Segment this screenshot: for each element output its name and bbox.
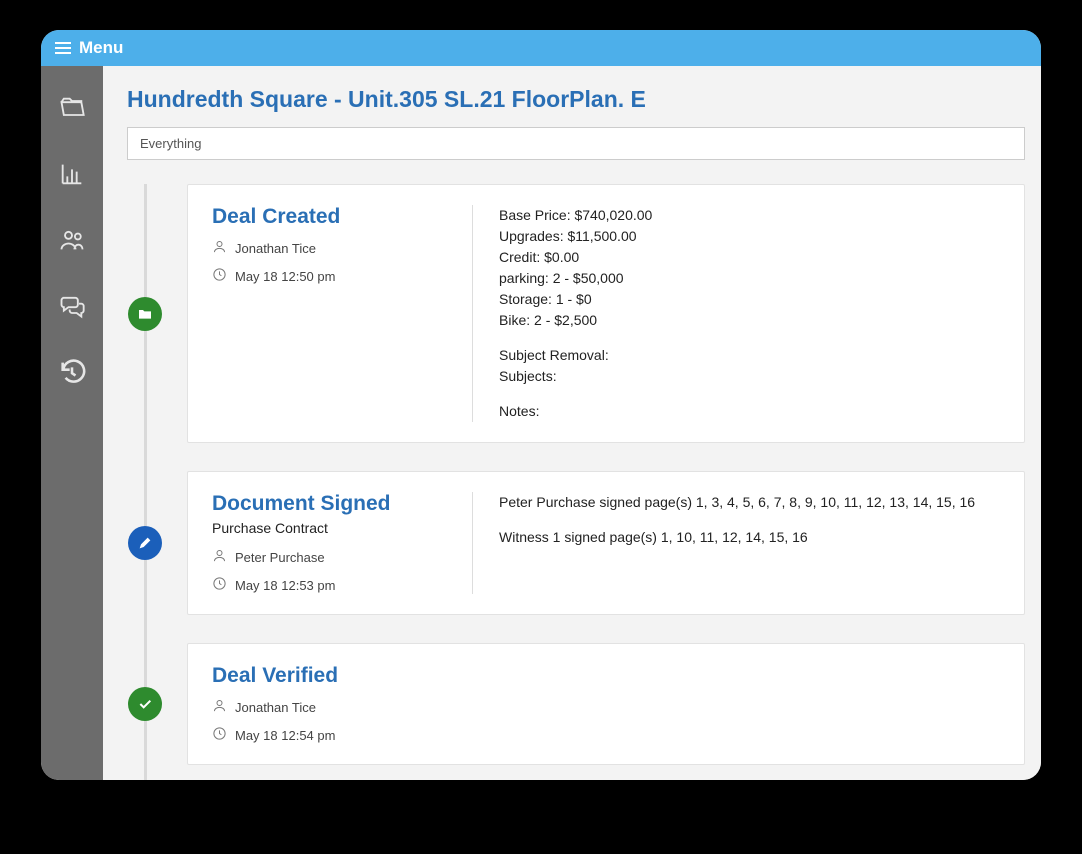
timeline-item: Document Signed Purchase Contract Peter Pu… — [187, 471, 1025, 615]
app-window: Menu Hundredth Square - Unit.305 SL.21 F… — [41, 30, 1041, 780]
timeline-item-details: Peter Purchase signed page(s) 1, 3, 4, 5… — [472, 492, 1000, 594]
timeline-dot — [128, 297, 162, 331]
timeline-item-subtitle: Purchase Contract — [212, 520, 442, 536]
page-title: Hundredth Square - Unit.305 SL.21 FloorP… — [127, 86, 1025, 113]
timeline-item-meta: Deal Verified Jonathan Tice May 18 12:54 p… — [212, 664, 442, 744]
app-body: Hundredth Square - Unit.305 SL.21 FloorP… — [41, 66, 1041, 780]
timeline-item-time: May 18 12:54 pm — [212, 726, 442, 744]
timeline-item-title[interactable]: Deal Created — [212, 205, 442, 229]
sidebar-item-history[interactable] — [41, 344, 103, 400]
timeline: Deal Created Jonathan Tice May 18 12:50 pm… — [157, 184, 1025, 765]
timeline-item-meta: Document Signed Purchase Contract Peter Pu… — [212, 492, 442, 594]
timeline-item-user: Jonathan Tice — [212, 698, 442, 716]
detail-line: Peter Purchase signed page(s) 1, 3, 4, 5… — [499, 492, 1000, 513]
timeline-item: Deal Created Jonathan Tice May 18 12:50 pm… — [187, 184, 1025, 443]
user-icon — [212, 239, 227, 257]
clock-icon — [212, 576, 227, 594]
timeline-item-details: Base Price: $740,020.00Upgrades: $11,500… — [472, 205, 1000, 422]
timeline-item-time: May 18 12:50 pm — [212, 267, 442, 285]
filter-input[interactable] — [127, 127, 1025, 160]
detail-line: Storage: 1 - $0 — [499, 289, 1000, 310]
timeline-dot — [128, 687, 162, 721]
sidebar-item-chat[interactable] — [41, 278, 103, 334]
menu-icon[interactable] — [55, 42, 71, 54]
timeline-dot — [128, 526, 162, 560]
titlebar[interactable]: Menu — [41, 30, 1041, 66]
detail-line: Bike: 2 - $2,500 — [499, 310, 1000, 331]
detail-line: Base Price: $740,020.00 — [499, 205, 1000, 226]
user-icon — [212, 548, 227, 566]
clock-icon — [212, 726, 227, 744]
detail-line: Subject Removal: — [499, 345, 1000, 366]
folder-open-icon — [58, 94, 86, 122]
detail-line: Notes: — [499, 401, 1000, 422]
timeline-item: Deal Verified Jonathan Tice May 18 12:54 p… — [187, 643, 1025, 765]
detail-line: parking: 2 - $50,000 — [499, 268, 1000, 289]
sidebar-item-folder[interactable] — [41, 80, 103, 136]
timeline-item-title[interactable]: Deal Verified — [212, 664, 442, 688]
timeline-item-title[interactable]: Document Signed — [212, 492, 442, 516]
history-icon — [58, 358, 86, 386]
sidebar — [41, 66, 103, 780]
detail-line: Upgrades: $11,500.00 — [499, 226, 1000, 247]
user-icon — [212, 698, 227, 716]
sidebar-item-reports[interactable] — [41, 146, 103, 202]
detail-line: Credit: $0.00 — [499, 247, 1000, 268]
titlebar-label: Menu — [79, 38, 123, 58]
clock-icon — [212, 267, 227, 285]
detail-line: Witness 1 signed page(s) 1, 10, 11, 12, … — [499, 527, 1000, 548]
timeline-item-user: Jonathan Tice — [212, 239, 442, 257]
main-content: Hundredth Square - Unit.305 SL.21 FloorP… — [103, 66, 1041, 780]
timeline-item-meta: Deal Created Jonathan Tice May 18 12:50 pm — [212, 205, 442, 422]
detail-line: Subjects: — [499, 366, 1000, 387]
bar-chart-icon — [58, 160, 86, 188]
chat-icon — [58, 292, 86, 320]
sidebar-item-people[interactable] — [41, 212, 103, 268]
users-icon — [58, 226, 86, 254]
timeline-item-time: May 18 12:53 pm — [212, 576, 442, 594]
timeline-item-user: Peter Purchase — [212, 548, 442, 566]
